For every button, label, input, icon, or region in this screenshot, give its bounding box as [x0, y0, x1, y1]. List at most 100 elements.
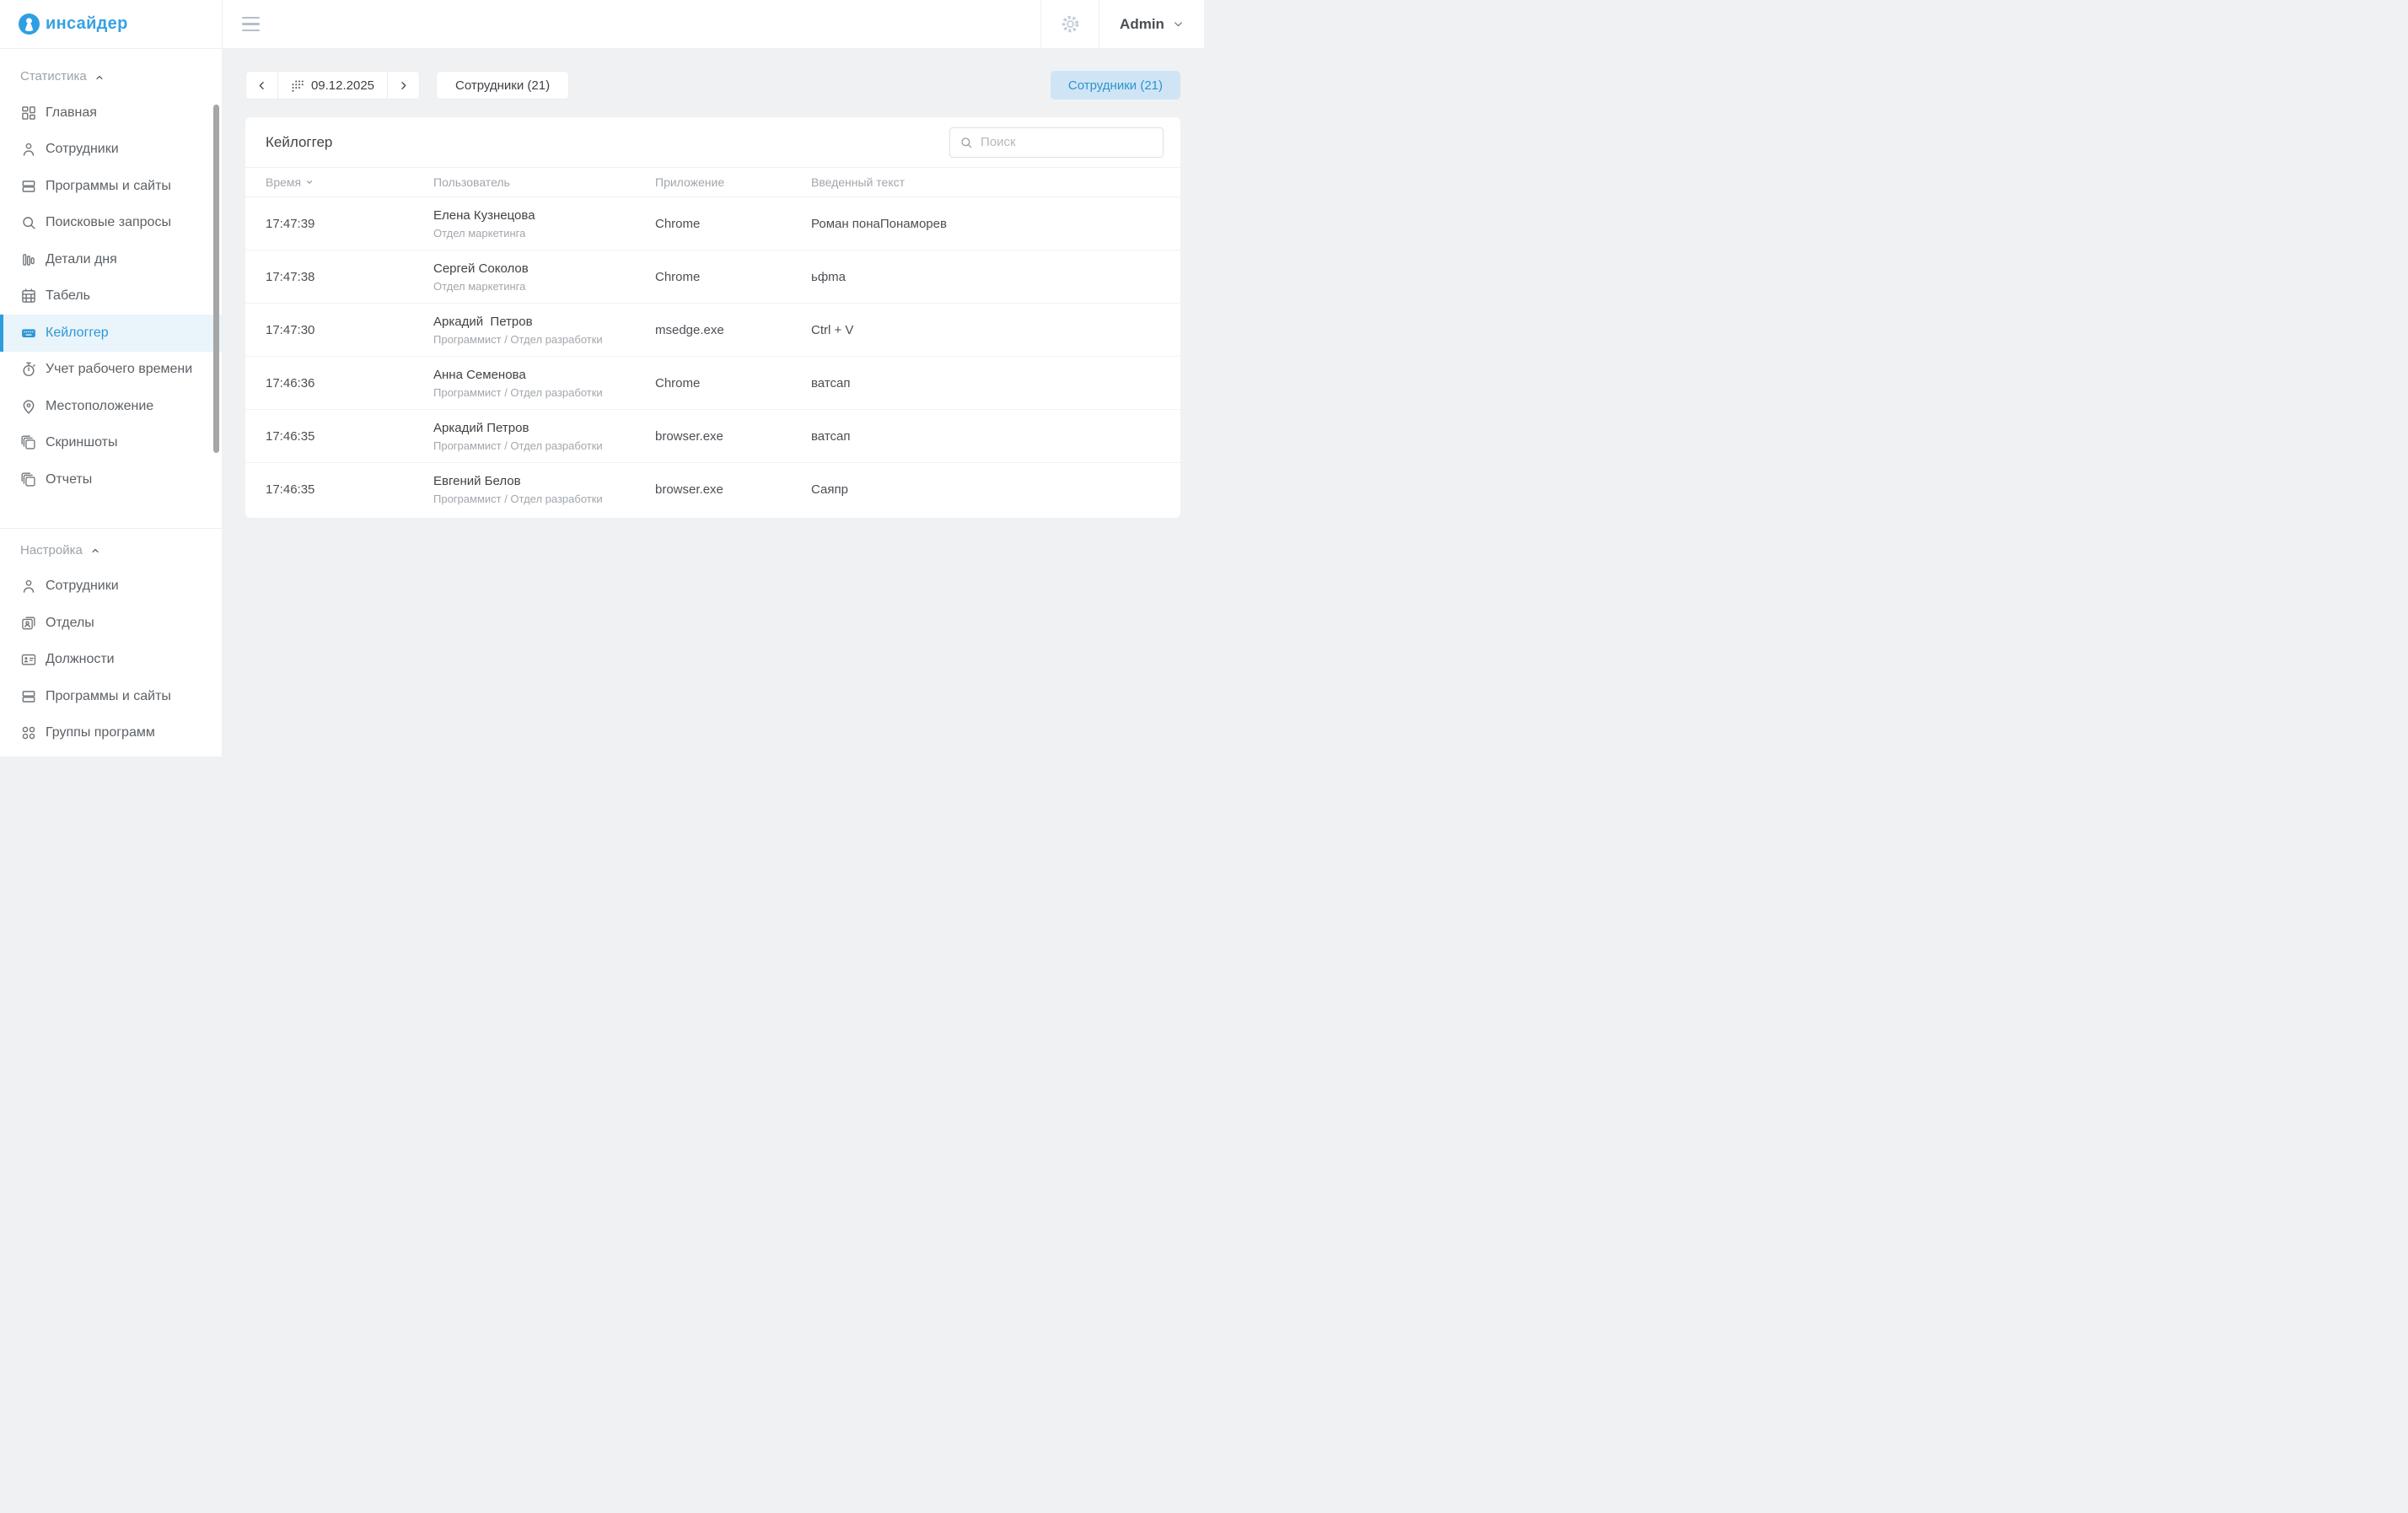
person-icon [20, 578, 37, 595]
employees-count-chip[interactable]: Сотрудники (21) [1051, 71, 1180, 100]
card-header: Кейлоггер [245, 117, 1180, 168]
cell-app: Chrome [655, 270, 811, 284]
search-icon [959, 136, 973, 149]
location-pin-icon [20, 398, 37, 415]
brand-logo[interactable]: инсайдер [0, 0, 223, 48]
sidebar-item-skrinshoty[interactable]: Скриншоты [0, 425, 222, 462]
user-menu[interactable]: Admin [1099, 0, 1204, 48]
cell-text: Роман понаПонаморев [811, 217, 1164, 231]
sidebar-item-label: Сотрудники [46, 579, 119, 594]
id-card-icon [20, 651, 37, 668]
calendar-icon [20, 288, 37, 304]
chevron-up-icon [94, 73, 105, 83]
cell-user: Елена Кузнецова Отдел маркетинга [433, 208, 655, 240]
user-name: Admin [1120, 16, 1164, 33]
sidebar-item-label: Детали дня [46, 252, 117, 267]
sidebar-item-glavnaya[interactable]: Главная [0, 94, 222, 132]
table-row[interactable]: 17:46:35 Аркадий Петров Программист / От… [245, 410, 1180, 463]
current-date: 09.12.2025 [311, 78, 374, 93]
keyboard-icon [20, 325, 37, 342]
sidebar-item-detali-dnya[interactable]: Детали дня [0, 241, 222, 278]
sidebar-item-label: Отчеты [46, 472, 92, 487]
sidebar-item-settings-sotrudniki[interactable]: Сотрудники [0, 568, 222, 606]
sidebar-item-uchet-rabochego-vremeni[interactable]: Учет рабочего времени [0, 352, 222, 389]
sidebar-item-otchety[interactable]: Отчеты [0, 461, 222, 498]
cell-user: Сергей Соколов Отдел маркетинга [433, 261, 655, 293]
table-row[interactable]: 17:47:39 Елена Кузнецова Отдел маркетинг… [245, 197, 1180, 250]
sidebar-item-settings-programmy[interactable]: Программы и сайты [0, 678, 222, 715]
user-name: Аркадий Петров [433, 315, 655, 329]
bars-icon [20, 251, 37, 268]
sidebar-item-label: Группы программ [46, 725, 155, 740]
gear-icon [1059, 13, 1082, 35]
cell-app: Chrome [655, 376, 811, 390]
dashboard-icon [20, 105, 37, 121]
page-title: Кейлоггер [266, 134, 332, 151]
section-settings[interactable]: Настройка [20, 543, 222, 557]
sidebar-item-dolzhnosti[interactable]: Должности [0, 642, 222, 679]
sort-chevron-down-icon [305, 178, 314, 186]
table-row[interactable]: 17:47:38 Сергей Соколов Отдел маркетинга… [245, 250, 1180, 304]
groups-icon [20, 724, 37, 741]
cell-text: ватсап [811, 429, 1164, 444]
main-content: 09.12.2025 Сотрудники (21) Сотрудники (2… [223, 49, 1204, 756]
column-header-time[interactable]: Время [266, 175, 433, 189]
user-dept: Отдел маркетинга [433, 227, 655, 240]
sidebar-item-tabel[interactable]: Табель [0, 278, 222, 315]
user-name: Анна Семенова [433, 368, 655, 382]
app-window: инсайдер Admin Статистика [0, 0, 1204, 756]
column-header-user[interactable]: Пользователь [433, 175, 655, 189]
next-day-button[interactable] [388, 72, 419, 99]
column-header-text[interactable]: Введенный текст [811, 175, 1164, 189]
sidebar-item-keylogger[interactable]: Кейлоггер [0, 315, 222, 352]
search-box [949, 127, 1164, 158]
cell-text: ватсап [811, 376, 1164, 390]
date-picker-button[interactable]: 09.12.2025 [277, 72, 388, 99]
sidebar-item-label: Должности [46, 652, 115, 667]
sidebar-item-label: Табель [46, 288, 90, 304]
hamburger-icon[interactable] [242, 17, 260, 32]
brand-name: инсайдер [46, 14, 128, 34]
search-input[interactable] [981, 135, 1153, 149]
cell-time: 17:47:38 [266, 270, 433, 284]
sidebar-item-gruppy-programm[interactable]: Группы программ [0, 715, 222, 752]
sidebar-item-programmy-i-sayty[interactable]: Программы и сайты [0, 168, 222, 205]
chevron-down-icon [1173, 19, 1184, 30]
sidebar-item-sotrudniki[interactable]: Сотрудники [0, 132, 222, 169]
column-header-app[interactable]: Приложение [655, 175, 811, 189]
cell-app: browser.exe [655, 429, 811, 444]
table-row[interactable]: 17:46:35 Евгений Белов Программист / Отд… [245, 463, 1180, 516]
sidebar-item-label: Сотрудники [46, 142, 119, 157]
user-name: Сергей Соколов [433, 261, 655, 276]
statistics-nav: Главная Сотрудники Программы и сайты [0, 94, 222, 498]
user-dept: Программист / Отдел разработки [433, 386, 655, 399]
table-row[interactable]: 17:46:36 Анна Семенова Программист / Отд… [245, 357, 1180, 410]
sidebar-item-label: Отделы [46, 616, 94, 631]
sidebar-item-label: Местоположение [46, 399, 153, 414]
rows-icon [20, 688, 37, 705]
stopwatch-icon [20, 361, 37, 378]
sidebar-item-mestopolozhenie[interactable]: Местоположение [0, 388, 222, 425]
table-row[interactable]: 17:47:30 Аркадий Петров Программист / От… [245, 304, 1180, 357]
sidebar: Статистика Главная [0, 49, 223, 756]
sidebar-scrollbar[interactable] [213, 105, 219, 453]
topbar-spacer [260, 0, 1040, 48]
user-dept: Отдел маркетинга [433, 280, 655, 293]
employees-filter-button[interactable]: Сотрудники (21) [436, 71, 569, 100]
chevron-right-icon [398, 80, 409, 91]
sidebar-item-otdely[interactable]: Отделы [0, 605, 222, 642]
sidebar-item-poiskovye-zaprosy[interactable]: Поисковые запросы [0, 205, 222, 242]
user-dept: Программист / Отдел разработки [433, 493, 655, 505]
sidebar-item-label: Скриншоты [46, 435, 117, 450]
chevron-up-icon [90, 546, 100, 556]
cell-user: Аркадий Петров Программист / Отдел разра… [433, 421, 655, 452]
sidebar-item-label: Кейлоггер [46, 326, 109, 341]
rows-icon [20, 178, 37, 195]
cell-time: 17:46:36 [266, 376, 433, 390]
user-name: Елена Кузнецова [433, 208, 655, 223]
person-keyhole-icon [19, 13, 40, 35]
toolbar: 09.12.2025 Сотрудники (21) Сотрудники (2… [245, 71, 1180, 100]
settings-button[interactable] [1040, 0, 1099, 48]
prev-day-button[interactable] [246, 72, 277, 99]
section-statistics[interactable]: Статистика [20, 69, 222, 83]
